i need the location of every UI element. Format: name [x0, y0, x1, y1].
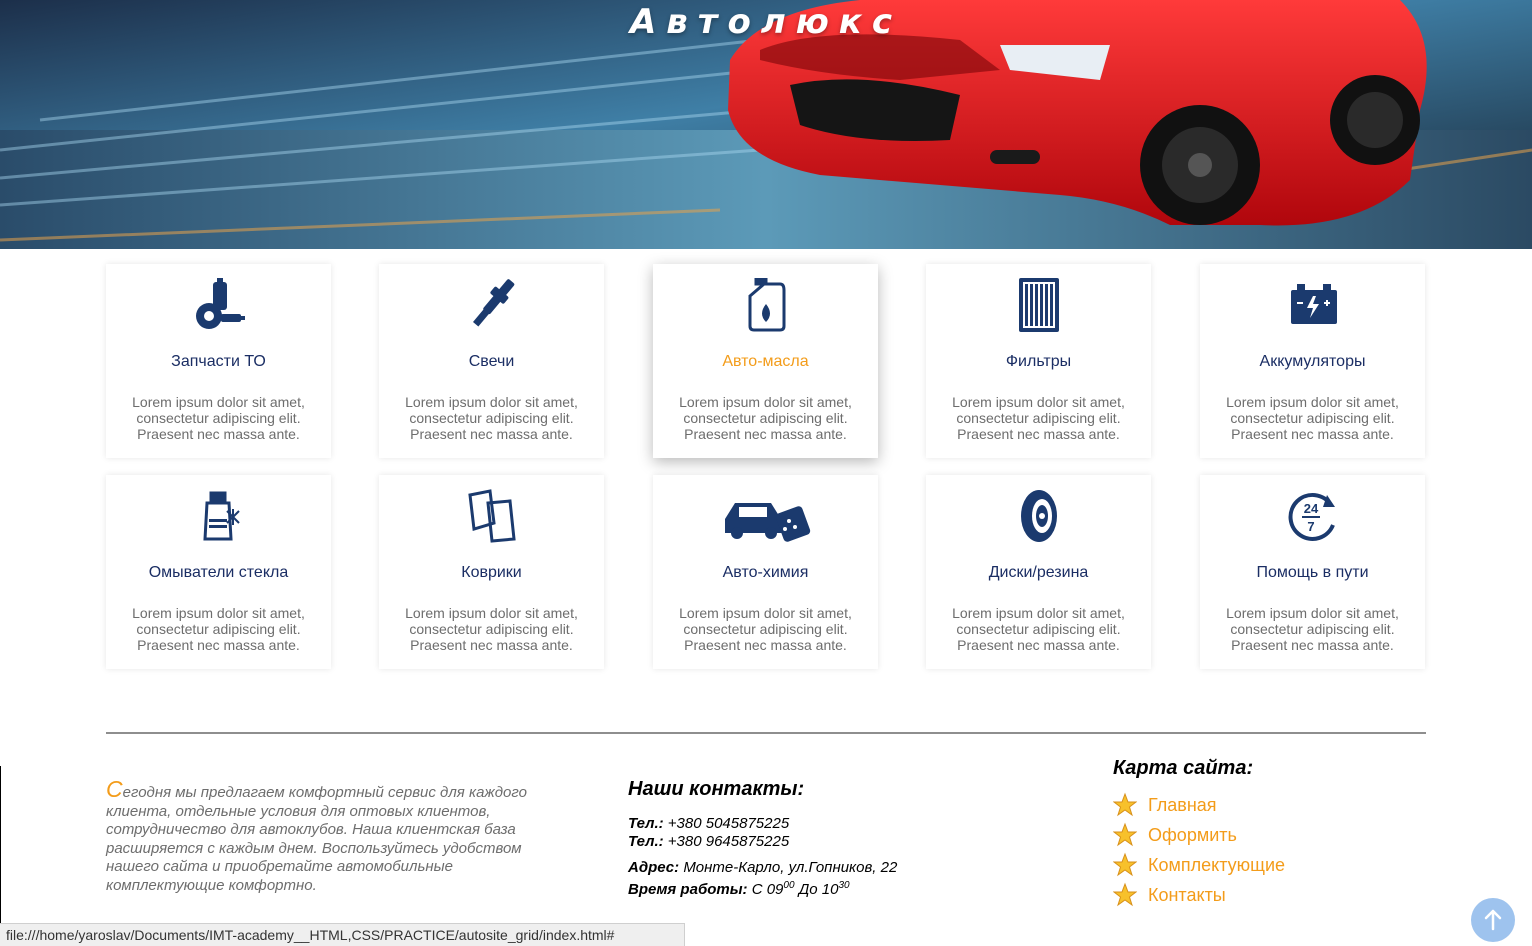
star-icon	[1113, 882, 1137, 907]
sitemap-link-components[interactable]: Комплектующие	[1113, 850, 1413, 880]
card-text: Lorem ipsum dolor sit amet, consectetur …	[405, 605, 578, 653]
arrow-up-icon	[1484, 909, 1502, 931]
card-text: Lorem ipsum dolor sit amet, consectetur …	[1226, 394, 1399, 442]
scroll-to-top-button[interactable]	[1471, 898, 1515, 942]
service-card-washers[interactable]: Омыватели стекла Lorem ipsum dolor sit a…	[106, 475, 331, 669]
card-text: Lorem ipsum dolor sit amet, consectetur …	[132, 394, 305, 442]
sitemap-link-contacts[interactable]: Контакты	[1113, 880, 1413, 910]
svg-text:7: 7	[1307, 519, 1314, 534]
spark-plug-icon	[466, 278, 518, 332]
card-title: Запчасти ТО	[171, 353, 266, 370]
phone-line-2: Тел.: +380 9645875225	[628, 833, 790, 850]
card-title: Аккумуляторы	[1259, 353, 1366, 370]
sitemap-heading: Карта сайта:	[1113, 757, 1254, 779]
address-line: Адрес: Монте-Карло, ул.Гопников, 22	[628, 859, 898, 876]
card-title: Помощь в пути	[1256, 564, 1369, 581]
card-text: Lorem ipsum dolor sit amet, consectetur …	[132, 605, 305, 653]
card-title: Омыватели стекла	[148, 564, 289, 581]
washer-fluid-icon	[193, 489, 245, 543]
sitemap: Карта сайта: Главная Оформить Комплектую…	[1113, 757, 1413, 910]
card-title: Свечи	[468, 353, 515, 370]
sitemap-link-order[interactable]: Оформить	[1113, 820, 1413, 850]
tire-icon	[1013, 489, 1065, 543]
oil-canister-icon	[740, 276, 792, 332]
filter-icon	[1013, 278, 1065, 332]
contacts-block: Наши контакты: Тел.: +380 5045875225 Тел…	[628, 778, 988, 899]
card-text: Lorem ipsum dolor sit amet, consectetur …	[952, 605, 1125, 653]
service-card-oils[interactable]: Авто-масла Lorem ipsum dolor sit amet, c…	[653, 264, 878, 458]
service-card-roadside-help[interactable]: 24 7 Помощь в пути Lorem ipsum dolor sit…	[1200, 475, 1425, 669]
footer-divider	[106, 732, 1426, 734]
sitemap-link-home[interactable]: Главная	[1113, 790, 1413, 820]
browser-status-bar: file:///home/yaroslav/Documents/IMT-acad…	[0, 923, 685, 946]
battery-icon	[1287, 278, 1339, 332]
phone-2[interactable]: +380 9645875225	[668, 833, 789, 850]
about-text: Сегодня мы предлагаем комфортный сервис …	[106, 778, 556, 895]
car-wash-icon	[723, 489, 811, 543]
star-icon	[1113, 792, 1137, 817]
contacts-heading: Наши контакты:	[628, 778, 805, 800]
card-text: Lorem ipsum dolor sit amet, consectetur …	[405, 394, 578, 442]
service-card-mats[interactable]: Коврики Lorem ipsum dolor sit amet, cons…	[379, 475, 604, 669]
support-24-7-icon: 24 7	[1287, 489, 1339, 543]
service-card-spark-plugs[interactable]: Свечи Lorem ipsum dolor sit amet, consec…	[379, 264, 604, 458]
address: Монте-Карло, ул.Гопников, 22	[683, 859, 898, 876]
star-icon	[1113, 822, 1137, 847]
parts-icon	[193, 278, 245, 332]
card-text: Lorem ipsum dolor sit amet, consectetur …	[679, 394, 852, 442]
card-title: Фильтры	[1005, 353, 1072, 370]
service-card-chemicals[interactable]: Авто-химия Lorem ipsum dolor sit amet, c…	[653, 475, 878, 669]
hero-banner: Автолюкс	[0, 0, 1532, 249]
phone-line-1: Тел.: +380 5045875225	[628, 815, 790, 832]
card-title: Коврики	[461, 564, 522, 581]
site-title: Автолюкс	[629, 2, 903, 42]
service-card-tires[interactable]: Диски/резина Lorem ipsum dolor sit amet,…	[926, 475, 1151, 669]
svg-text:24: 24	[1304, 501, 1319, 516]
card-text: Lorem ipsum dolor sit amet, consectetur …	[952, 394, 1125, 442]
drop-cap: С	[106, 776, 123, 802]
page-edge-line	[0, 766, 1, 946]
service-card-batteries[interactable]: Аккумуляторы Lorem ipsum dolor sit amet,…	[1200, 264, 1425, 458]
car-mats-icon	[466, 489, 518, 543]
card-text: Lorem ipsum dolor sit amet, consectetur …	[1226, 605, 1399, 653]
hours-line: Время работы: С 0900 До 1030	[628, 880, 850, 898]
service-card-filters[interactable]: Фильтры Lorem ipsum dolor sit amet, cons…	[926, 264, 1151, 458]
phone-1[interactable]: +380 5045875225	[668, 815, 789, 832]
about-body: егодня мы предлагаем комфортный сервис д…	[106, 784, 527, 894]
card-title: Авто-масла	[722, 353, 809, 370]
star-icon	[1113, 852, 1137, 877]
service-card-parts[interactable]: Запчасти ТО Lorem ipsum dolor sit amet, …	[106, 264, 331, 458]
card-text: Lorem ipsum dolor sit amet, consectetur …	[679, 605, 852, 653]
card-title: Авто-химия	[722, 564, 809, 581]
card-title: Диски/резина	[988, 564, 1089, 581]
